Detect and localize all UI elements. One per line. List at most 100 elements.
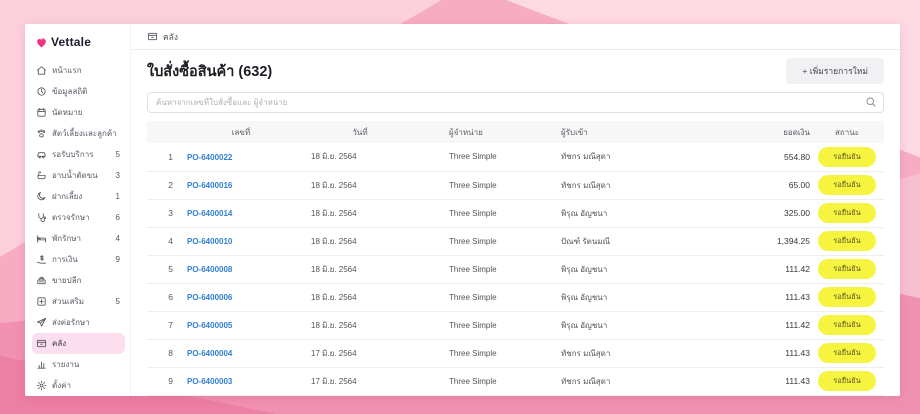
sidebar-item-label: รอรับบริการ xyxy=(52,148,93,161)
report-icon xyxy=(36,359,47,370)
sidebar-item-count: 1 xyxy=(116,192,120,201)
date-cell: 17 มิ.ย. 2564 xyxy=(295,367,425,395)
po-number-link[interactable]: PO-6400005 xyxy=(187,321,232,330)
sidebar-item-8[interactable]: พักรักษา4 xyxy=(32,228,125,249)
amount-cell: 111.43 xyxy=(740,367,810,395)
sidebar-item-1[interactable]: ข้อมูลสถิติ xyxy=(32,81,125,102)
sidebar-item-15[interactable]: ตั้งค่า xyxy=(32,375,125,396)
receiver-cell: พิรุณ อัญชนา xyxy=(537,199,740,227)
status-badge: รอยืนยัน xyxy=(818,203,876,223)
po-number-link[interactable]: PO-6400010 xyxy=(187,237,232,246)
table-row[interactable]: 1PO-640002218 มิ.ย. 2564Three Simpleทัชก… xyxy=(147,143,884,171)
table-row[interactable]: 9PO-6400003 17 มิ.ย. 2564Three Simpleทัชก… xyxy=(147,367,884,395)
receiver-cell: พิรุณ อัญชนา xyxy=(537,255,740,283)
sidebar-item-label: ตั้งค่า xyxy=(52,379,71,392)
table-row[interactable]: 6PO-640000618 มิ.ย. 2564Three Simpleพิรุ… xyxy=(147,283,884,311)
po-number-cell: PO-6400006 xyxy=(187,283,295,311)
receiver-cell: ทัชกร มณีสุดา xyxy=(537,339,740,367)
po-number-cell: PO-6400005 xyxy=(187,311,295,339)
sidebar-item-5[interactable]: อาบน้ำตัดขน 3 xyxy=(32,165,125,186)
sidebar-item-14[interactable]: รายงาน xyxy=(32,354,125,375)
table-row[interactable]: 7PO-640000518 มิ.ย. 2564Three Simpleพิรุ… xyxy=(147,311,884,339)
po-number-link[interactable]: PO-6400014 xyxy=(187,209,232,218)
table-row[interactable]: 2PO-640001618 มิ.ย. 2564Three Simpleทัชก… xyxy=(147,171,884,199)
status-badge: รอยืนยัน xyxy=(818,147,876,167)
po-number-link[interactable]: PO-6400006 xyxy=(187,293,232,302)
table-row[interactable]: 5PO-640000818 มิ.ย. 2564Three Simpleพิรุ… xyxy=(147,255,884,283)
date-cell: 16 มิ.ย. 2564 xyxy=(295,395,425,396)
col-header-amount: ยอดเงิน xyxy=(740,121,810,143)
po-number-link[interactable]: PO-6400004 xyxy=(187,349,232,358)
table-row[interactable]: 4PO-640001018 มิ.ย. 2564Three Simpleปัณฑ… xyxy=(147,227,884,255)
sidebar-item-count: 5 xyxy=(116,297,120,306)
sidebar-item-label: อาบน้ำตัดขน xyxy=(52,169,98,182)
sidebar-item-11[interactable]: ส่วนเสริม 5 xyxy=(32,291,125,312)
po-number-link[interactable]: PO-6400003 xyxy=(187,377,232,386)
status-cell: รอยืนยัน xyxy=(810,199,884,227)
col-header-status: สถานะ xyxy=(810,121,884,143)
status-badge: รอยืนยัน xyxy=(818,343,876,363)
sidebar-item-count: 3 xyxy=(116,171,120,180)
sidebar-item-9[interactable]: การเงิน9 xyxy=(32,249,125,270)
brand-logo[interactable]: Vettale xyxy=(32,32,125,52)
date-cell: 18 มิ.ย. 2564 xyxy=(295,283,425,311)
sidebar-item-3[interactable]: สัตว์เลี้ยงและลูกค้า xyxy=(32,123,125,144)
search-icon[interactable] xyxy=(865,96,877,108)
amount-cell: 554.80 xyxy=(740,143,810,171)
sidebar-nav: หน้าแรกข้อมูลสถิตินัดหมายสัตว์เลี้ยงและล… xyxy=(32,60,125,396)
row-number: 4 xyxy=(147,227,187,255)
sidebar-item-10[interactable]: ขายปลีก xyxy=(32,270,125,291)
receiver-cell: ทัชกร มณีสุดา xyxy=(537,171,740,199)
sidebar-item-0[interactable]: หน้าแรก xyxy=(32,60,125,81)
referral-icon xyxy=(36,317,47,328)
po-number-cell: PO-6400014 xyxy=(187,199,295,227)
po-number-cell: PO-6400008 xyxy=(187,255,295,283)
status-badge: รอยืนยัน xyxy=(818,175,876,195)
status-cell: รอยืนยัน xyxy=(810,143,884,171)
supplier-cell: Three Simple xyxy=(425,367,537,395)
amount-cell: 65.00 xyxy=(740,171,810,199)
calendar-icon xyxy=(36,107,47,118)
sidebar-item-4[interactable]: รอรับบริการ5 xyxy=(32,144,125,165)
search-input[interactable] xyxy=(147,92,884,113)
po-number-link[interactable]: PO-6400022 xyxy=(187,153,232,162)
sidebar-item-label: ส่งต่อรักษา xyxy=(52,316,90,329)
status-badge: รอยืนยัน xyxy=(818,287,876,307)
finance-icon xyxy=(36,254,47,265)
settings-icon xyxy=(36,380,47,391)
main-area: คลัง ใบสั่งซื้อสินค้า (632) + เพิ่มรายกา… xyxy=(130,24,900,396)
page-title: ใบสั่งซื้อสินค้า (632) xyxy=(147,60,272,83)
inventory-icon xyxy=(147,31,158,42)
supplier-cell: Three Simple xyxy=(425,227,537,255)
exam-icon xyxy=(36,212,47,223)
purchase-orders-table: เลขที่ วันที่ ผู้จำหน่าย ผู้รับเข้า ยอดเ… xyxy=(147,121,884,396)
sidebar-item-7[interactable]: ตรวจรักษา6 xyxy=(32,207,125,228)
po-number-link[interactable]: PO-6400008 xyxy=(187,265,232,274)
row-number: 9 xyxy=(147,367,187,395)
row-number: 5 xyxy=(147,255,187,283)
date-cell: 17 มิ.ย. 2564 xyxy=(295,339,425,367)
col-header-no xyxy=(147,121,187,143)
amount-cell: 111.43 xyxy=(740,395,810,396)
table-row[interactable]: 3PO-640001418 มิ.ย. 2564Three Simpleพิรุ… xyxy=(147,199,884,227)
sidebar-item-label: ฝากเลี้ยง xyxy=(52,190,82,203)
receiver-cell: ทัชกร มณีสุดา xyxy=(537,395,740,396)
sidebar-item-12[interactable]: ส่งต่อรักษา xyxy=(32,312,125,333)
table-row[interactable]: 8PO-640000417 มิ.ย. 2564Three Simpleทัชก… xyxy=(147,339,884,367)
po-number-link[interactable]: PO-6400016 xyxy=(187,181,232,190)
row-number: 8 xyxy=(147,339,187,367)
row-number: 6 xyxy=(147,283,187,311)
add-new-button[interactable]: + เพิ่มรายการใหม่ xyxy=(786,58,884,84)
date-cell: 18 มิ.ย. 2564 xyxy=(295,143,425,171)
sidebar-item-13[interactable]: คลัง xyxy=(32,333,125,354)
row-number: 10 xyxy=(147,395,187,396)
table-row[interactable]: 10PO-640000216 มิ.ย. 2564Three Simpleทัช… xyxy=(147,395,884,396)
boarding-icon xyxy=(36,191,47,202)
sidebar-item-count: 6 xyxy=(116,213,120,222)
receiver-cell: ทัชกร มณีสุดา xyxy=(537,367,740,395)
sidebar-item-2[interactable]: นัดหมาย xyxy=(32,102,125,123)
row-number: 1 xyxy=(147,143,187,171)
supplier-cell: Three Simple xyxy=(425,311,537,339)
sidebar-item-label: ส่วนเสริม xyxy=(52,295,84,308)
sidebar-item-6[interactable]: ฝากเลี้ยง 1 xyxy=(32,186,125,207)
